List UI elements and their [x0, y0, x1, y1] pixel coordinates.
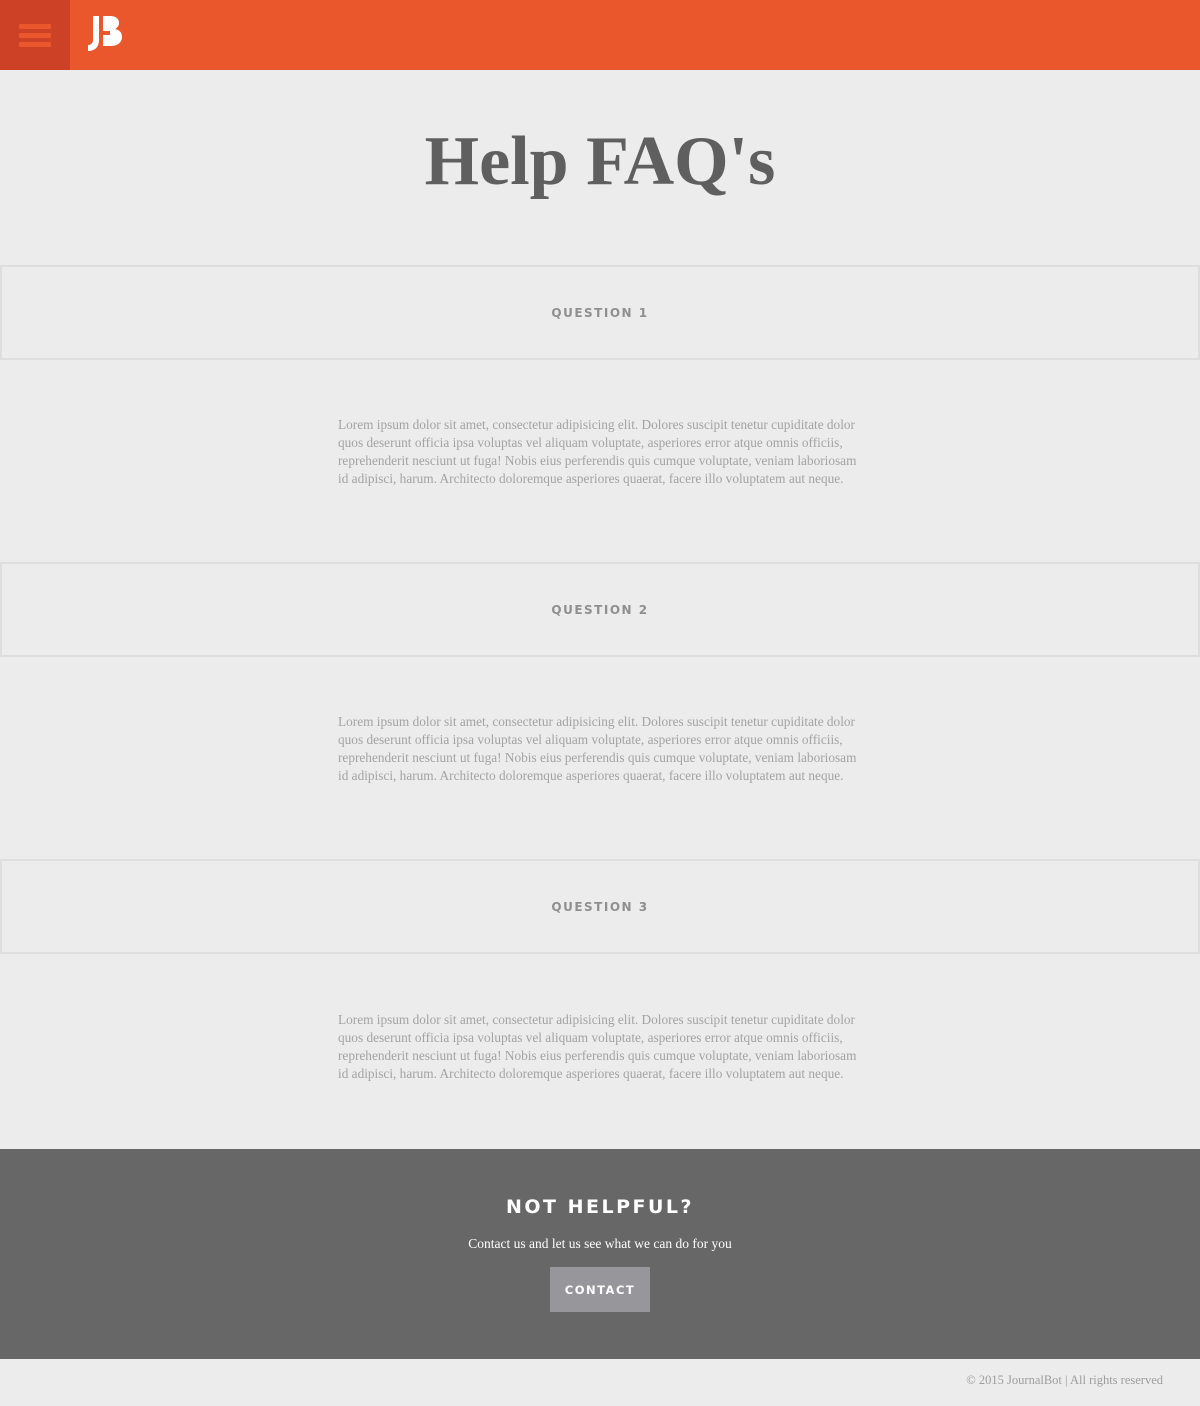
- faq-answer-3: Lorem ipsum dolor sit amet, consectetur …: [338, 1012, 857, 1081]
- copyright-text: © 2015 JournalBot | All rights reserved: [966, 1373, 1163, 1387]
- faq-answer-2: Lorem ipsum dolor sit amet, consectetur …: [338, 714, 857, 783]
- menu-button[interactable]: [0, 0, 70, 70]
- cta-text: Contact us and let us see what we can do…: [468, 1236, 732, 1251]
- cta-title: NOT HELPFUL?: [505, 1196, 695, 1218]
- faq-question-label: QUESTION 3: [551, 899, 649, 914]
- page-title: Help FAQ's: [424, 123, 776, 200]
- journalbot-logo-icon[interactable]: [86, 14, 126, 54]
- faq-question-1[interactable]: QUESTION 1: [0, 265, 1200, 360]
- faq-question-label: QUESTION 1: [551, 305, 649, 320]
- faq-question-3[interactable]: QUESTION 3: [0, 859, 1200, 954]
- contact-cta-section: [0, 1149, 1200, 1359]
- top-navigation-bar: [0, 0, 1200, 70]
- hamburger-menu-icon: [19, 24, 51, 29]
- faq-answer-1: Lorem ipsum dolor sit amet, consectetur …: [338, 417, 857, 486]
- contact-button[interactable]: CONTACT: [550, 1267, 650, 1312]
- faq-question-label: QUESTION 2: [551, 602, 649, 617]
- faq-question-2[interactable]: QUESTION 2: [0, 562, 1200, 657]
